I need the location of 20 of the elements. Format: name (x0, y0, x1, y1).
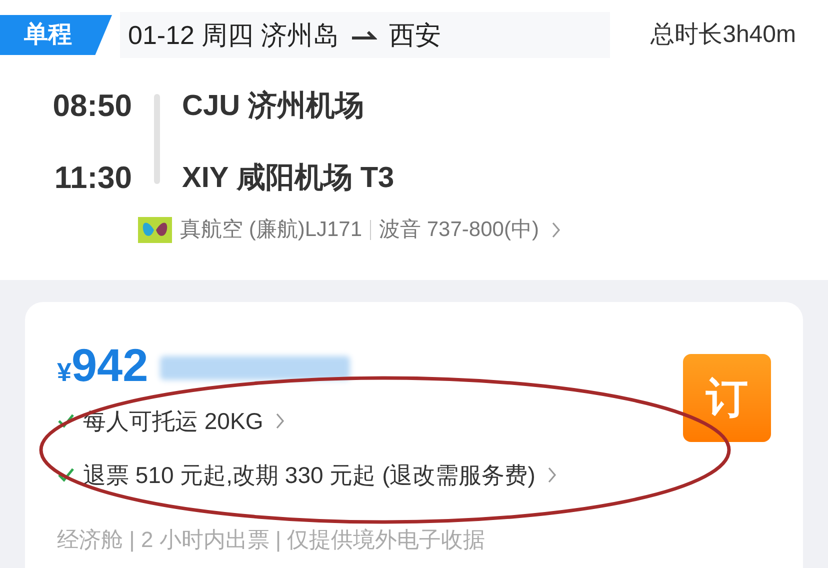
fare-footnote: 经济舱 | 2 小时内出票 | 仅提供境外电子收据 (57, 526, 486, 554)
check-icon (57, 467, 75, 484)
chevron-right-icon (547, 466, 558, 484)
fare-price: ¥942 (57, 342, 148, 388)
trip-type-badge: 单程 (0, 15, 112, 55)
check-icon (57, 412, 75, 429)
departure-time: 08:50 (52, 90, 132, 122)
arrival-time: 11:30 (54, 162, 132, 194)
destination-city: 西安 (388, 18, 441, 52)
chevron-right-icon (550, 220, 561, 239)
airline-logo-icon (138, 216, 172, 243)
arrival-airport: XIY 咸阳机场 T3 (182, 162, 394, 194)
total-duration: 总时长3h40m (650, 20, 796, 50)
fare-benefit: 退票 510 元起,改期 330 元起 (退改需服务费) (83, 461, 536, 490)
chevron-right-icon (275, 412, 286, 430)
aircraft-type: 波音 737-800(中) (379, 217, 539, 243)
departure-airport: CJU 济州机场 (182, 90, 366, 122)
book-button[interactable]: 订 (683, 354, 771, 442)
airline-flight-number: 真航空 (廉航)LJ171 (180, 217, 362, 243)
route-summary: 01-12 周四 济州岛 (128, 18, 339, 52)
